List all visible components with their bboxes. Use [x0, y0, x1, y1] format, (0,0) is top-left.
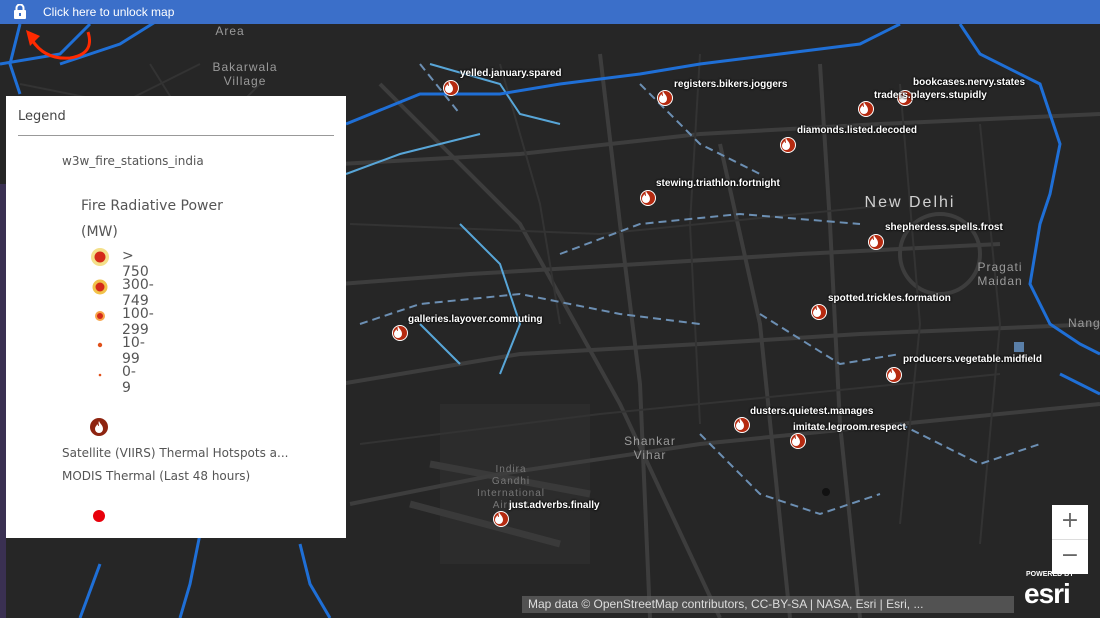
w3w-label: just.adverbs.finally: [509, 500, 600, 511]
w3w-label: traders.players.stupidly: [874, 90, 987, 101]
w3w-label: shepherdess.spells.frost: [885, 222, 1003, 233]
legend-class-label: 10-99: [122, 335, 145, 367]
esri-logo: esri: [1024, 578, 1071, 609]
fire-icon: [888, 368, 896, 380]
place-label-bakarwala: Bakarwala Village: [212, 60, 278, 88]
map-attribution[interactable]: Map data © OpenStreetMap contributors, C…: [522, 596, 1014, 613]
legend-class-label: 100-299: [122, 306, 154, 338]
fire-icon: [813, 305, 821, 317]
fire-station-marker[interactable]: [790, 433, 806, 449]
w3w-label: imitate.legroom.respect: [793, 422, 906, 433]
fire-station-marker[interactable]: [640, 190, 656, 206]
w3w-label: yelled.january.spared: [460, 68, 562, 79]
w3w-label: producers.vegetable.midfield: [903, 354, 1042, 365]
fire-power-symbol: [91, 248, 109, 266]
fire-icon: [495, 512, 503, 524]
map-lock-bar[interactable]: Click here to unlock map: [0, 0, 1100, 24]
fire-station-marker[interactable]: [443, 80, 459, 96]
fire-icon: [870, 235, 878, 247]
legend-class-label: 0-9: [122, 364, 136, 396]
fire-power-symbol: [98, 373, 102, 377]
modis-hotspot-symbol: [93, 510, 105, 522]
fire-station-marker[interactable]: [734, 417, 750, 433]
lock-icon[interactable]: [13, 3, 27, 19]
w3w-label: stewing.triathlon.fortnight: [656, 178, 780, 189]
zoom-out-button[interactable]: −: [1052, 540, 1088, 574]
fire-power-symbol: [97, 342, 103, 348]
place-label-nang: Nang: [1068, 316, 1100, 330]
w3w-label: diamonds.listed.decoded: [797, 125, 918, 136]
w3w-label: galleries.layover.commuting: [408, 314, 543, 325]
fire-icon: [736, 418, 744, 430]
fire-power-symbol: [95, 311, 105, 321]
fire-icon: [445, 81, 453, 93]
fire-station-marker[interactable]: [780, 137, 796, 153]
legend-modis-layer: MODIS Thermal (Last 48 hours): [62, 469, 251, 483]
fire-icon: [394, 326, 402, 338]
fire-station-marker[interactable]: [858, 101, 874, 117]
place-label-shankar-vihar: Shankar Vihar: [624, 434, 676, 462]
place-label-area: Area: [215, 24, 245, 38]
legend-title: Legend: [18, 109, 66, 124]
fire-station-marker[interactable]: [392, 325, 408, 341]
fire-icon: [95, 421, 103, 433]
legend-viirs-layer: Satellite (VIIRS) Thermal Hotspots a...: [62, 446, 289, 460]
legend-class-label: > 750: [122, 248, 149, 280]
legend-divider: [18, 135, 334, 136]
fire-station-marker[interactable]: [811, 304, 827, 320]
fire-icon: [792, 434, 800, 446]
legend-field-name: Fire Radiative Power (MW): [81, 198, 223, 240]
legend-panel: Legend w3w_fire_stations_india Fire Radi…: [6, 96, 346, 538]
fire-station-marker[interactable]: [868, 234, 884, 250]
place-label-new-delhi: New Delhi: [864, 194, 956, 211]
legend-class-label: 300-749: [122, 277, 154, 309]
w3w-label: spotted.trickles.formation: [828, 293, 951, 304]
zoom-in-button[interactable]: +: [1052, 505, 1088, 540]
place-label-pragati-maidan: Pragati Maidan: [977, 260, 1023, 288]
fire-icon: [659, 91, 667, 103]
w3w-label: dusters.quietest.manages: [750, 406, 874, 417]
fire-power-symbol: [92, 279, 108, 295]
fire-icon: [860, 102, 868, 114]
fire-station-marker[interactable]: [493, 511, 509, 527]
fire-icon: [782, 138, 790, 150]
unlock-map-link[interactable]: Click here to unlock map: [43, 5, 174, 19]
fire-station-symbol: [90, 418, 108, 436]
esri-powered-by: POWERED BY: [1026, 571, 1074, 578]
w3w-label: bookcases.nervy.states: [913, 77, 1026, 88]
w3w-label: registers.bikers.joggers: [674, 79, 788, 90]
legend-layer-name: w3w_fire_stations_india: [62, 154, 204, 168]
fire-station-marker[interactable]: [886, 367, 902, 383]
fire-icon: [642, 191, 650, 203]
fire-station-marker[interactable]: [657, 90, 673, 106]
